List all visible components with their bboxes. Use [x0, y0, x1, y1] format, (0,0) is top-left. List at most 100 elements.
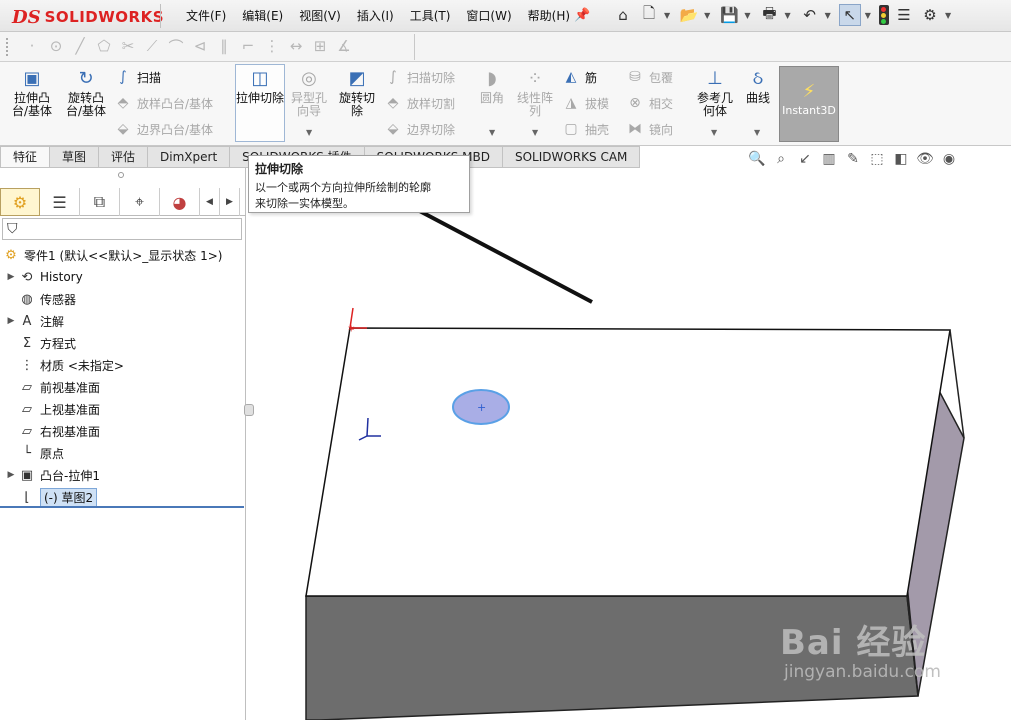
zoom-to-fit-icon[interactable]: 🔍 [748, 150, 766, 168]
offset-icon[interactable]: ⌒ [166, 36, 186, 56]
draft-button[interactable]: ◮ 拔模 [562, 94, 609, 112]
trim-icon[interactable]: ✂ [118, 36, 138, 56]
configuration-manager-tab-icon[interactable]: ⧉ [80, 188, 120, 216]
tab-sketch[interactable]: 草图 [50, 146, 100, 168]
fillet-dropdown-icon[interactable]: ▼ [489, 128, 495, 137]
grid-icon[interactable]: ⊞ [310, 36, 330, 56]
print-icon[interactable]: 🖶 [758, 4, 780, 26]
tree-item[interactable]: Σ 方程式 [0, 332, 246, 354]
solidworks-logo[interactable]: DS SOLIDWORKS [12, 6, 164, 28]
menu-edit[interactable]: 编辑(E) [234, 7, 291, 24]
line-icon[interactable]: ╱ [70, 36, 90, 56]
tree-item[interactable]: └ 原点 [0, 442, 246, 464]
pin-icon[interactable]: 📌 [574, 8, 590, 23]
tab-dimxpert[interactable]: DimXpert [148, 146, 231, 168]
tree-item[interactable]: ◍ 传感器 [0, 288, 246, 310]
property-manager-tab-icon[interactable]: ☰ [40, 188, 80, 216]
home-icon[interactable]: ⌂ [612, 4, 634, 26]
new-document-icon[interactable]: 🗋 [638, 4, 660, 26]
panel-grip[interactable] [118, 172, 124, 178]
swept-cut-button[interactable]: ∫ 扫描切除 [384, 68, 455, 86]
revolved-boss-button[interactable]: ↻ 旋转凸台/基体 [60, 68, 112, 118]
loft-boss-button[interactable]: ⬘ 放样凸台/基体 [114, 94, 213, 112]
previous-view-icon[interactable]: ↙ [796, 150, 814, 168]
dimension-icon[interactable]: ↔ [286, 36, 306, 56]
tree-item[interactable]: ▱ 上视基准面 [0, 398, 246, 420]
zoom-to-area-icon[interactable]: ⌕ [772, 150, 790, 168]
display-style-icon[interactable]: ◧ [892, 150, 910, 168]
expand-arrow-icon[interactable]: ▶ [4, 272, 18, 282]
appearance-icon[interactable]: ◉ [940, 150, 958, 168]
tab-scroll-right-icon[interactable]: ▶ [220, 188, 240, 216]
filter-icon[interactable]: ⛉ [7, 221, 18, 237]
polygon-icon[interactable]: ⬠ [94, 36, 114, 56]
gear-icon[interactable]: ⚙ [919, 4, 941, 26]
dimxpert-manager-tab-icon[interactable]: ⌖ [120, 188, 160, 216]
expand-arrow-icon[interactable]: ▶ [4, 316, 18, 326]
view-orientation-icon[interactable]: ⬚ [868, 150, 886, 168]
revolved-cut-button[interactable]: ◩ 旋转切除 [334, 68, 380, 118]
display-manager-tab-icon[interactable]: ◕ [160, 188, 200, 216]
tab-cam[interactable]: SOLIDWORKS CAM [502, 146, 641, 168]
mirror-button[interactable]: ⧓ 镜向 [626, 120, 673, 138]
hide-show-icon[interactable]: 👁 [916, 150, 934, 168]
extruded-cut-button[interactable]: ◫ 拉伸切除 [236, 68, 284, 105]
menu-window[interactable]: 窗口(W) [458, 7, 519, 24]
undo-icon[interactable]: ↶ [799, 4, 821, 26]
tab-scroll-left-icon[interactable]: ◀ [200, 188, 220, 216]
new-dropdown-icon[interactable]: ▼ [664, 11, 670, 20]
circle-icon[interactable]: ⊙ [46, 36, 66, 56]
fillet-button[interactable]: ◗ 圆角 [474, 68, 510, 105]
tree-item[interactable]: ▱ 前视基准面 [0, 376, 246, 398]
hole-wizard-button[interactable]: ◎ 异型孔向导 [286, 68, 332, 118]
tree-root[interactable]: ⚙ 零件1 (默认<<默认>_显示状态 1>) [0, 244, 246, 266]
menu-tools[interactable]: 工具(T) [402, 7, 459, 24]
tree-item[interactable]: ⋮ 材质 <未指定> [0, 354, 246, 376]
extruded-boss-button[interactable]: ▣ 拉伸凸台/基体 [6, 68, 58, 118]
angle-icon[interactable]: ∡ [334, 36, 354, 56]
mirror-line-icon[interactable]: ⋮ [262, 36, 282, 56]
hole-wizard-dropdown-icon[interactable]: ▼ [306, 128, 312, 137]
file-properties-icon[interactable]: ☰ [893, 4, 915, 26]
select-dropdown-icon[interactable]: ▼ [865, 11, 871, 20]
shell-button[interactable]: ▢ 抽壳 [562, 120, 609, 138]
intersect-button[interactable]: ⊗ 相交 [626, 94, 673, 112]
wrap-button[interactable]: ⛁ 包覆 [626, 68, 673, 86]
tree-item[interactable]: ▱ 右视基准面 [0, 420, 246, 442]
boundary-cut-button[interactable]: ⬙ 边界切除 [384, 120, 455, 138]
tree-item[interactable]: ▶ ▣ 凸台-拉伸1 [0, 464, 246, 486]
options-dropdown-icon[interactable]: ▼ [945, 11, 951, 20]
tree-item[interactable]: ▶ ⟲ History [0, 266, 246, 288]
linear-pattern-button[interactable]: ⁘ 线性阵列 [512, 68, 558, 118]
tree-filter-bar[interactable]: ⛉ [2, 218, 242, 240]
boundary-boss-button[interactable]: ⬙ 边界凸台/基体 [114, 120, 213, 138]
expand-arrow-icon[interactable]: ▶ [4, 470, 18, 480]
open-dropdown-icon[interactable]: ▼ [704, 11, 710, 20]
pattern-dropdown-icon[interactable]: ▼ [532, 128, 538, 137]
tab-features[interactable]: 特征 [0, 146, 51, 168]
parallel-icon[interactable]: ∥ [214, 36, 234, 56]
tab-evaluate[interactable]: 评估 [99, 146, 149, 168]
curves-dropdown-icon[interactable]: ▼ [754, 128, 760, 137]
select-cursor-icon[interactable]: ↖ [838, 4, 861, 26]
instant3d-button[interactable]: ⚡ Instant3D [779, 66, 839, 142]
save-icon[interactable]: 💾 [718, 4, 740, 26]
undo-dropdown-icon[interactable]: ▼ [825, 11, 831, 20]
lofted-cut-button[interactable]: ⬘ 放样切割 [384, 94, 455, 112]
save-dropdown-icon[interactable]: ▼ [744, 11, 750, 20]
dynamic-annotation-icon[interactable]: ✎ [844, 150, 862, 168]
tree-item[interactable]: ▶ A 注解 [0, 310, 246, 332]
menu-help[interactable]: 帮助(H) [520, 7, 578, 24]
rebuild-traffic-light-icon[interactable] [878, 5, 889, 25]
rib-button[interactable]: ◭ 筋 [562, 68, 597, 86]
point-icon[interactable]: · [22, 36, 42, 56]
tree-item[interactable]: ⌊ (-) 草图2 [0, 486, 246, 508]
section-view-icon[interactable]: ▥ [820, 150, 838, 168]
menu-insert[interactable]: 插入(I) [349, 7, 402, 24]
feature-manager-tab-icon[interactable]: ⚙ [0, 188, 40, 216]
menu-file[interactable]: 文件(F) [178, 7, 234, 24]
extend-icon[interactable]: ⟋ [142, 36, 162, 56]
open-folder-icon[interactable]: 📂 [678, 4, 700, 26]
corner-icon[interactable]: ⌐ [238, 36, 258, 56]
menu-view[interactable]: 视图(V) [291, 7, 349, 24]
